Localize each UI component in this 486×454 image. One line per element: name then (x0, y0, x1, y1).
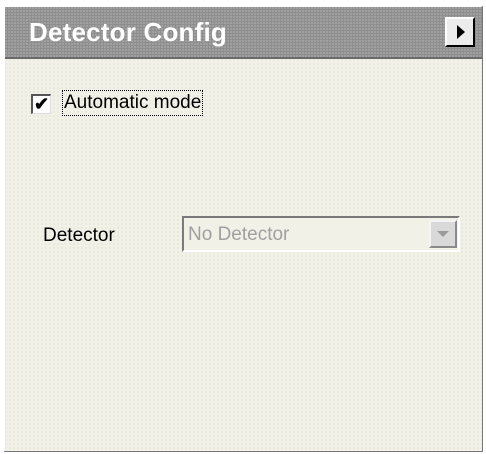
panel-titlebar: Detector Config (5, 7, 482, 59)
chevron-down-icon (437, 231, 449, 237)
automatic-mode-checkbox[interactable]: ✔ (31, 94, 51, 114)
detector-select[interactable]: No Detector (182, 216, 460, 252)
detector-dropdown-button[interactable] (429, 220, 457, 248)
triangle-right-icon (457, 25, 465, 39)
detector-label: Detector (43, 225, 115, 246)
panel-menu-button[interactable] (445, 17, 475, 47)
detector-config-panel: Detector Config ✔ Automatic mode Detecto… (4, 6, 483, 452)
panel-title: Detector Config (29, 17, 227, 47)
detector-select-value: No Detector (188, 224, 290, 245)
panel-content: ✔ Automatic mode Detector No Detector (5, 59, 482, 451)
checkmark-icon: ✔ (34, 94, 50, 114)
automatic-mode-label[interactable]: Automatic mode (61, 90, 204, 116)
